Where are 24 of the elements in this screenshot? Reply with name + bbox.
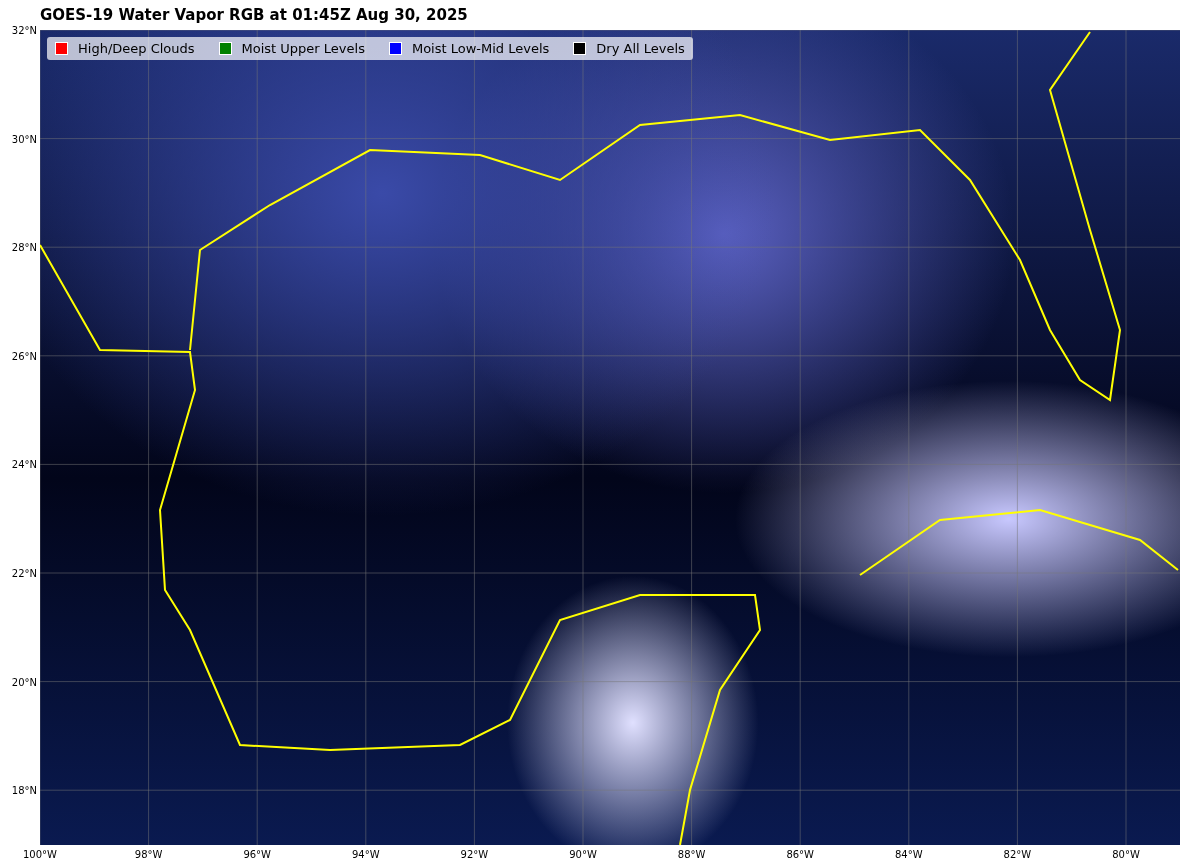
longitude-label: 98°W	[134, 849, 163, 860]
longitude-label: 90°W	[569, 849, 597, 860]
latitude-label: 24°N	[11, 458, 37, 470]
longitude-label: 88°W	[677, 849, 706, 860]
legend-label: Dry All Levels	[596, 41, 685, 56]
longitude-label: 100°W	[23, 849, 57, 860]
longitude-label: 82°W	[1003, 849, 1032, 860]
latitude-label: 30°N	[11, 133, 37, 145]
latitude-label: 32°N	[11, 24, 37, 36]
latitude-label: 22°N	[11, 567, 37, 579]
legend-label: Moist Upper Levels	[241, 41, 365, 56]
longitude-label: 94°W	[352, 849, 380, 860]
latitude-label: 28°N	[11, 241, 37, 253]
figure-title: GOES-19 Water Vapor RGB at 01:45Z Aug 30, 2025	[40, 6, 468, 24]
longitude-label: 84°W	[895, 849, 923, 860]
longitude-label: 80°W	[1112, 849, 1140, 860]
longitude-label: 92°W	[460, 849, 489, 860]
longitude-label: 86°W	[786, 849, 814, 860]
legend-label: Moist Low-Mid Levels	[411, 41, 550, 56]
longitude-label: 96°W	[243, 849, 271, 860]
legend-label: High/Deep Clouds	[78, 41, 195, 56]
latitude-label: 26°N	[11, 350, 37, 362]
latitude-label: 18°N	[11, 784, 37, 796]
latitude-label: 20°N	[11, 676, 37, 688]
